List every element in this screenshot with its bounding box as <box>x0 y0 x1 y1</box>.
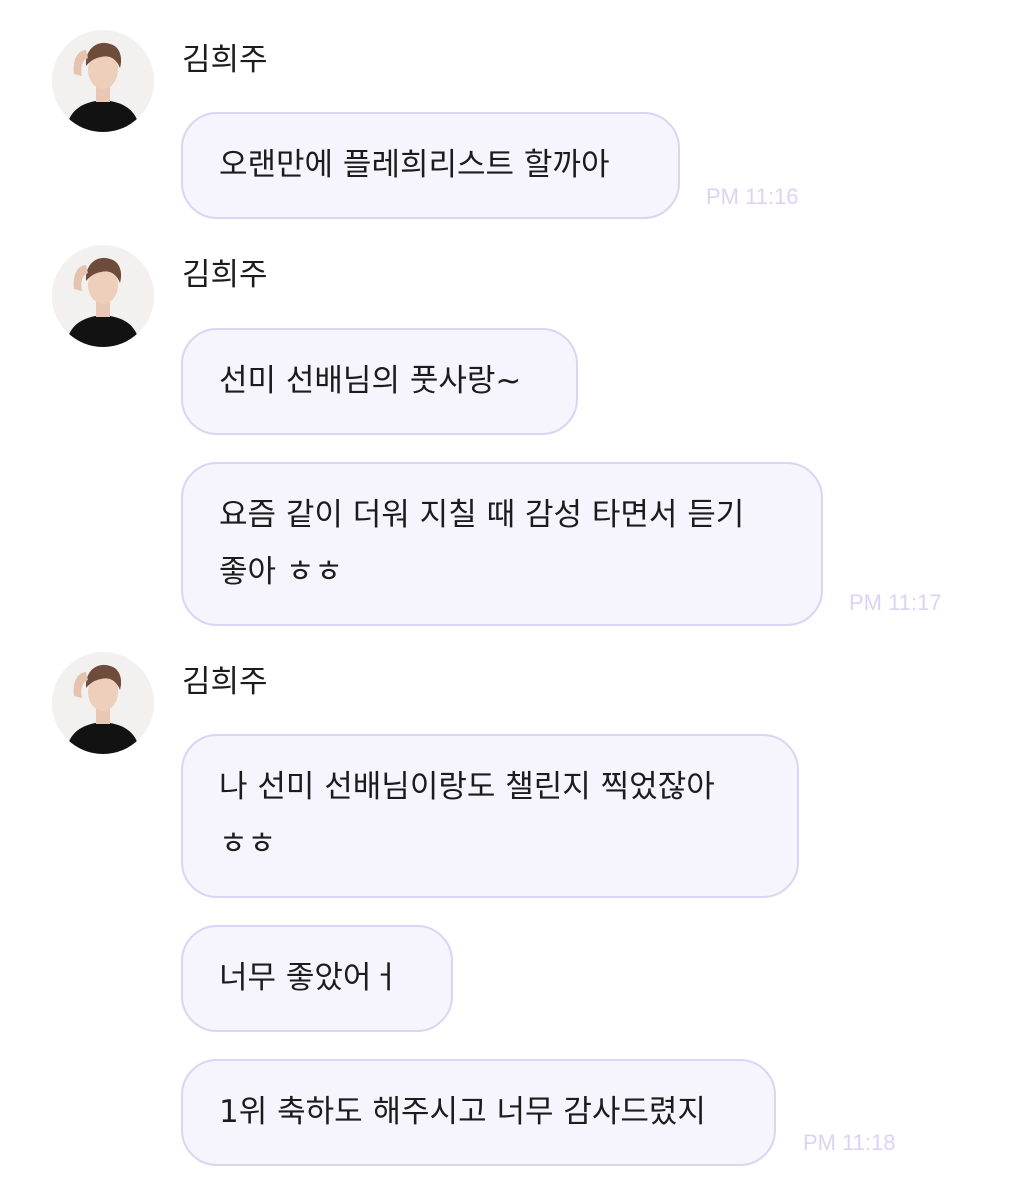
message-bubble[interactable]: 1위 축하도 해주시고 너무 감사드렸지 <box>181 1059 776 1166</box>
sender-name: 김희주 <box>182 664 268 700</box>
message-bubble[interactable]: 나 선미 선배님이랑도 챌린지 찍었잖아 ㅎㅎ <box>181 734 799 898</box>
message-bubble[interactable]: 요즘 같이 더워 지칠 때 감성 타면서 듣기 좋아 ㅎㅎ <box>181 462 823 626</box>
message-text: 1위 축하도 해주시고 너무 감사드렸지 <box>219 1094 706 1130</box>
message-text: 너무 좋았어ㅓ <box>219 960 400 996</box>
message-timestamp: PM 11:18 <box>803 1130 896 1155</box>
sender-name: 김희주 <box>182 42 268 78</box>
profile-photo-icon <box>52 245 154 347</box>
message-text: 오랜만에 플레희리스트 할까아 <box>219 147 610 183</box>
sender-name: 김희주 <box>182 257 268 293</box>
sender-avatar[interactable] <box>52 652 154 754</box>
message-text: 요즘 같이 더워 지칠 때 감성 타면서 듣기 좋아 ㅎㅎ <box>219 497 745 590</box>
sender-avatar[interactable] <box>52 30 154 132</box>
message-bubble[interactable]: 선미 선배님의 풋사랑~ <box>181 328 578 435</box>
message-timestamp: PM 11:16 <box>706 184 799 209</box>
sender-avatar[interactable] <box>52 245 154 347</box>
profile-photo-icon <box>52 30 154 132</box>
message-text: 선미 선배님의 풋사랑~ <box>219 363 522 399</box>
message-bubble[interactable]: 너무 좋았어ㅓ <box>181 925 453 1032</box>
message-timestamp: PM 11:17 <box>849 590 942 615</box>
message-bubble[interactable]: 오랜만에 플레희리스트 할까아 <box>181 112 680 219</box>
message-text: 나 선미 선배님이랑도 챌린지 찍었잖아 ㅎㅎ <box>219 769 715 862</box>
profile-photo-icon <box>52 652 154 754</box>
